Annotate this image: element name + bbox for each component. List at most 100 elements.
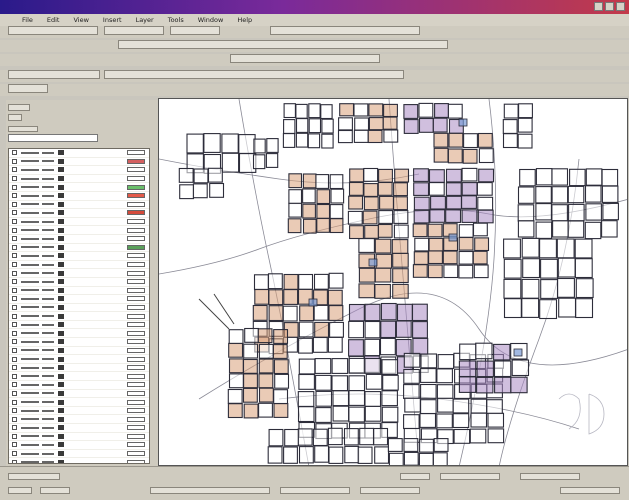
layer-color-swatch[interactable]	[127, 296, 145, 302]
layer-color-swatch[interactable]	[127, 184, 145, 190]
layer-row[interactable]	[9, 235, 149, 244]
layer-visibility-checkbox[interactable]	[12, 184, 17, 190]
layer-visibility-checkbox[interactable]	[12, 347, 17, 353]
toolbar-button-group[interactable]	[270, 26, 420, 35]
layer-row[interactable]	[9, 415, 149, 424]
layer-color-swatch[interactable]	[127, 347, 145, 353]
layer-visibility-checkbox[interactable]	[12, 158, 17, 164]
toolbar-button-group[interactable]	[8, 26, 98, 35]
layer-color-swatch[interactable]	[127, 279, 145, 285]
layer-row[interactable]	[9, 261, 149, 270]
layer-row[interactable]	[9, 381, 149, 390]
layer-visibility-checkbox[interactable]	[12, 399, 17, 405]
layer-row[interactable]	[9, 252, 149, 261]
layer-color-swatch[interactable]	[127, 373, 145, 379]
layer-visibility-checkbox[interactable]	[12, 270, 17, 276]
layer-color-swatch[interactable]	[127, 262, 145, 268]
layer-visibility-checkbox[interactable]	[12, 451, 17, 457]
layer-color-swatch[interactable]	[127, 253, 145, 259]
toolbar-button-group[interactable]	[8, 84, 48, 93]
layer-color-swatch[interactable]	[127, 416, 145, 422]
layer-row[interactable]	[9, 226, 149, 235]
layer-color-swatch[interactable]	[127, 451, 145, 457]
menu-item[interactable]: Help	[237, 16, 252, 24]
layer-color-swatch[interactable]	[127, 408, 145, 414]
layer-color-swatch[interactable]	[127, 287, 145, 293]
layer-visibility-checkbox[interactable]	[12, 227, 17, 233]
layer-visibility-checkbox[interactable]	[12, 167, 17, 173]
layer-visibility-checkbox[interactable]	[12, 262, 17, 268]
layer-visibility-checkbox[interactable]	[12, 442, 17, 448]
layer-row[interactable]	[9, 209, 149, 218]
layer-list[interactable]	[8, 148, 150, 464]
layer-row[interactable]	[9, 321, 149, 330]
layer-color-swatch[interactable]	[127, 270, 145, 276]
layer-visibility-checkbox[interactable]	[12, 382, 17, 388]
layer-visibility-checkbox[interactable]	[12, 425, 17, 431]
layer-visibility-checkbox[interactable]	[12, 459, 17, 463]
layer-row[interactable]	[9, 398, 149, 407]
layer-row[interactable]	[9, 424, 149, 433]
layer-visibility-checkbox[interactable]	[12, 201, 17, 207]
layer-color-swatch[interactable]	[127, 201, 145, 207]
menu-item[interactable]: Tools	[168, 16, 184, 24]
menu-item[interactable]: View	[73, 16, 88, 24]
layer-row[interactable]	[9, 433, 149, 442]
layer-color-swatch[interactable]	[127, 365, 145, 371]
layer-color-swatch[interactable]	[127, 442, 145, 448]
layer-visibility-checkbox[interactable]	[12, 330, 17, 336]
layer-row[interactable]	[9, 390, 149, 399]
layer-visibility-checkbox[interactable]	[12, 287, 17, 293]
toolbar-button-group[interactable]	[118, 40, 448, 49]
layer-visibility-checkbox[interactable]	[12, 339, 17, 345]
layer-row[interactable]	[9, 295, 149, 304]
layer-row[interactable]	[9, 329, 149, 339]
layer-color-swatch[interactable]	[127, 390, 145, 396]
layer-color-swatch[interactable]	[127, 304, 145, 310]
menu-item[interactable]: File	[22, 16, 33, 24]
layer-visibility-checkbox[interactable]	[12, 176, 17, 182]
layer-color-swatch[interactable]	[127, 399, 145, 405]
menu-item[interactable]: Window	[198, 16, 224, 24]
layer-row[interactable]	[9, 158, 149, 167]
panel-toggle[interactable]	[8, 114, 22, 121]
layer-visibility-checkbox[interactable]	[12, 150, 17, 156]
layer-color-swatch[interactable]	[127, 219, 145, 225]
layer-row[interactable]	[9, 166, 149, 175]
layer-visibility-checkbox[interactable]	[12, 219, 17, 225]
layer-color-swatch[interactable]	[127, 382, 145, 388]
layer-color-swatch[interactable]	[127, 322, 145, 328]
minimize-icon[interactable]	[594, 2, 603, 11]
layer-row[interactable]	[9, 192, 149, 201]
layer-row[interactable]	[9, 347, 149, 356]
layer-row[interactable]	[9, 269, 149, 278]
layer-visibility-checkbox[interactable]	[12, 296, 17, 302]
layer-visibility-checkbox[interactable]	[12, 408, 17, 414]
menu-item[interactable]: Insert	[103, 16, 122, 24]
toolbar-button-group[interactable]	[8, 70, 100, 79]
layer-visibility-checkbox[interactable]	[12, 236, 17, 242]
layer-color-swatch[interactable]	[127, 167, 145, 173]
layer-row[interactable]	[9, 407, 149, 416]
toolbar-button-group[interactable]	[230, 54, 380, 63]
layer-row[interactable]	[9, 244, 149, 253]
layer-color-swatch[interactable]	[127, 425, 145, 431]
layer-color-swatch[interactable]	[127, 244, 145, 250]
layer-color-swatch[interactable]	[127, 236, 145, 242]
layer-row[interactable]	[9, 183, 149, 192]
menu-item[interactable]: Layer	[136, 16, 154, 24]
layer-row[interactable]	[9, 441, 149, 450]
layer-color-swatch[interactable]	[127, 158, 145, 164]
layer-visibility-checkbox[interactable]	[12, 193, 17, 199]
layer-color-swatch[interactable]	[127, 150, 145, 156]
layer-visibility-checkbox[interactable]	[12, 304, 17, 310]
layer-color-swatch[interactable]	[127, 356, 145, 362]
layer-color-swatch[interactable]	[127, 433, 145, 439]
layer-visibility-checkbox[interactable]	[12, 253, 17, 259]
map-canvas[interactable]	[158, 98, 628, 466]
layer-color-swatch[interactable]	[127, 176, 145, 182]
layer-visibility-checkbox[interactable]	[12, 244, 17, 250]
layer-color-swatch[interactable]	[127, 193, 145, 199]
layer-visibility-checkbox[interactable]	[12, 365, 17, 371]
layer-row[interactable]	[9, 364, 149, 373]
